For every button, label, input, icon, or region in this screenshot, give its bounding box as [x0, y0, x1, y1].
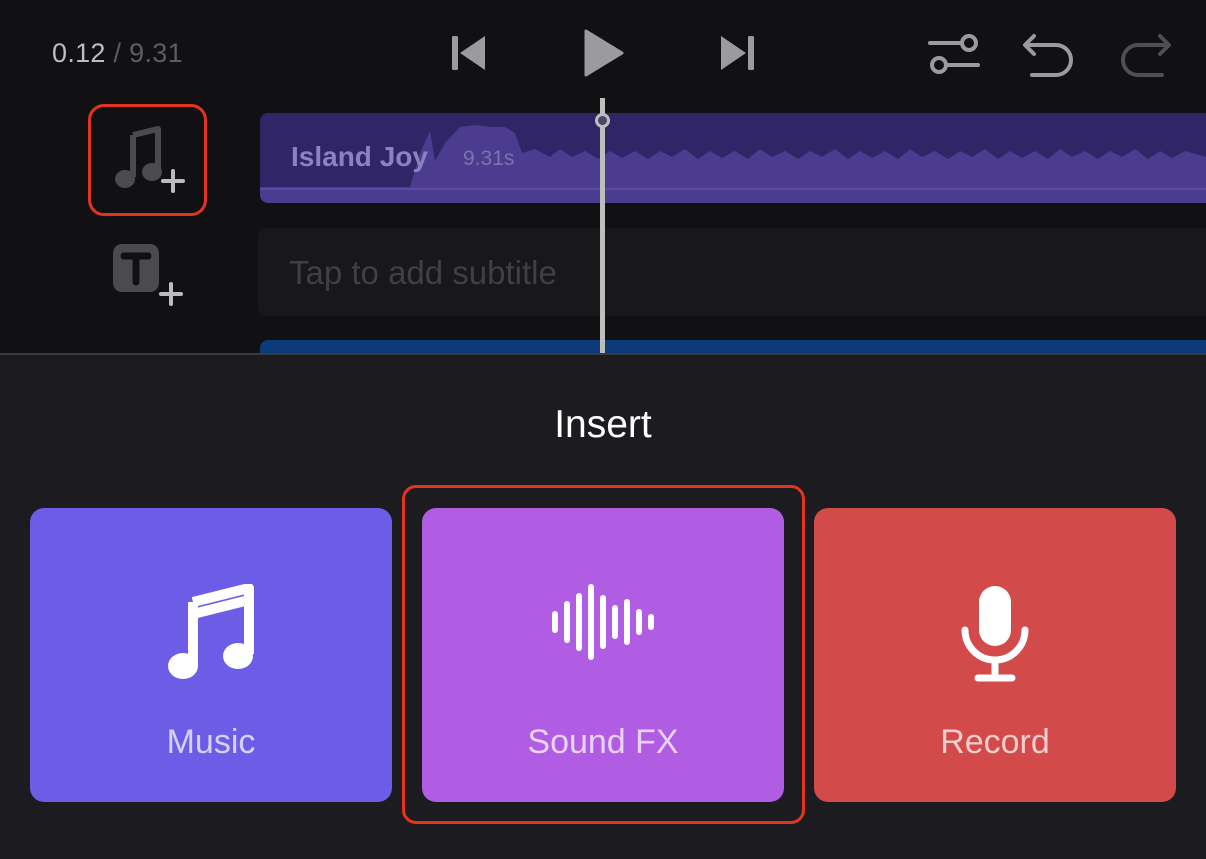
music-track-title: Island Joy	[291, 141, 428, 172]
time-separator: /	[105, 38, 130, 68]
music-track-duration: 9.31s	[463, 147, 515, 170]
insert-music-label: Music	[166, 723, 256, 761]
sliders-icon	[928, 34, 980, 74]
waveform-icon	[552, 584, 654, 660]
add-text-button[interactable]	[108, 238, 188, 310]
skip-forward-button[interactable]	[718, 32, 756, 74]
skip-back-button[interactable]	[450, 32, 488, 74]
playhead[interactable]	[600, 98, 605, 354]
insert-record-label: Record	[940, 723, 1050, 761]
settings-button[interactable]	[926, 30, 982, 78]
music-track-clip[interactable]: Island Joy	[260, 113, 1206, 203]
current-time: 0.12	[52, 38, 106, 68]
playhead-handle[interactable]	[595, 113, 610, 128]
skip-forward-icon	[721, 36, 754, 70]
video-track[interactable]	[260, 340, 1206, 354]
skip-back-icon	[452, 36, 485, 70]
add-music-icon	[114, 126, 185, 193]
insert-panel-title: Insert	[554, 403, 652, 446]
total-time: 9.31	[129, 38, 183, 68]
play-button[interactable]	[582, 28, 626, 78]
insert-panel: Insert Music Sound FX Record	[0, 353, 1206, 859]
play-icon	[584, 29, 624, 77]
music-note-icon	[168, 584, 254, 679]
insert-record-button[interactable]: Record	[814, 508, 1176, 802]
insert-sound-fx-label: Sound FX	[527, 723, 679, 761]
insert-sound-fx-button[interactable]: Sound FX	[422, 508, 784, 802]
time-display: 0.12 / 9.31	[52, 38, 183, 69]
editor-area: 0.12 / 9.31 Island Joy 9.31s Tap to add …	[0, 0, 1206, 354]
redo-icon	[1121, 34, 1171, 77]
undo-icon	[1023, 34, 1073, 77]
insert-music-button[interactable]: Music	[30, 508, 392, 802]
subtitle-track[interactable]: Tap to add subtitle	[258, 228, 1206, 316]
undo-button[interactable]	[1020, 28, 1078, 78]
subtitle-placeholder: Tap to add subtitle	[289, 254, 557, 291]
add-text-icon	[113, 244, 183, 306]
add-music-button[interactable]	[88, 104, 207, 216]
redo-button[interactable]	[1116, 28, 1174, 78]
microphone-icon	[961, 586, 1029, 682]
